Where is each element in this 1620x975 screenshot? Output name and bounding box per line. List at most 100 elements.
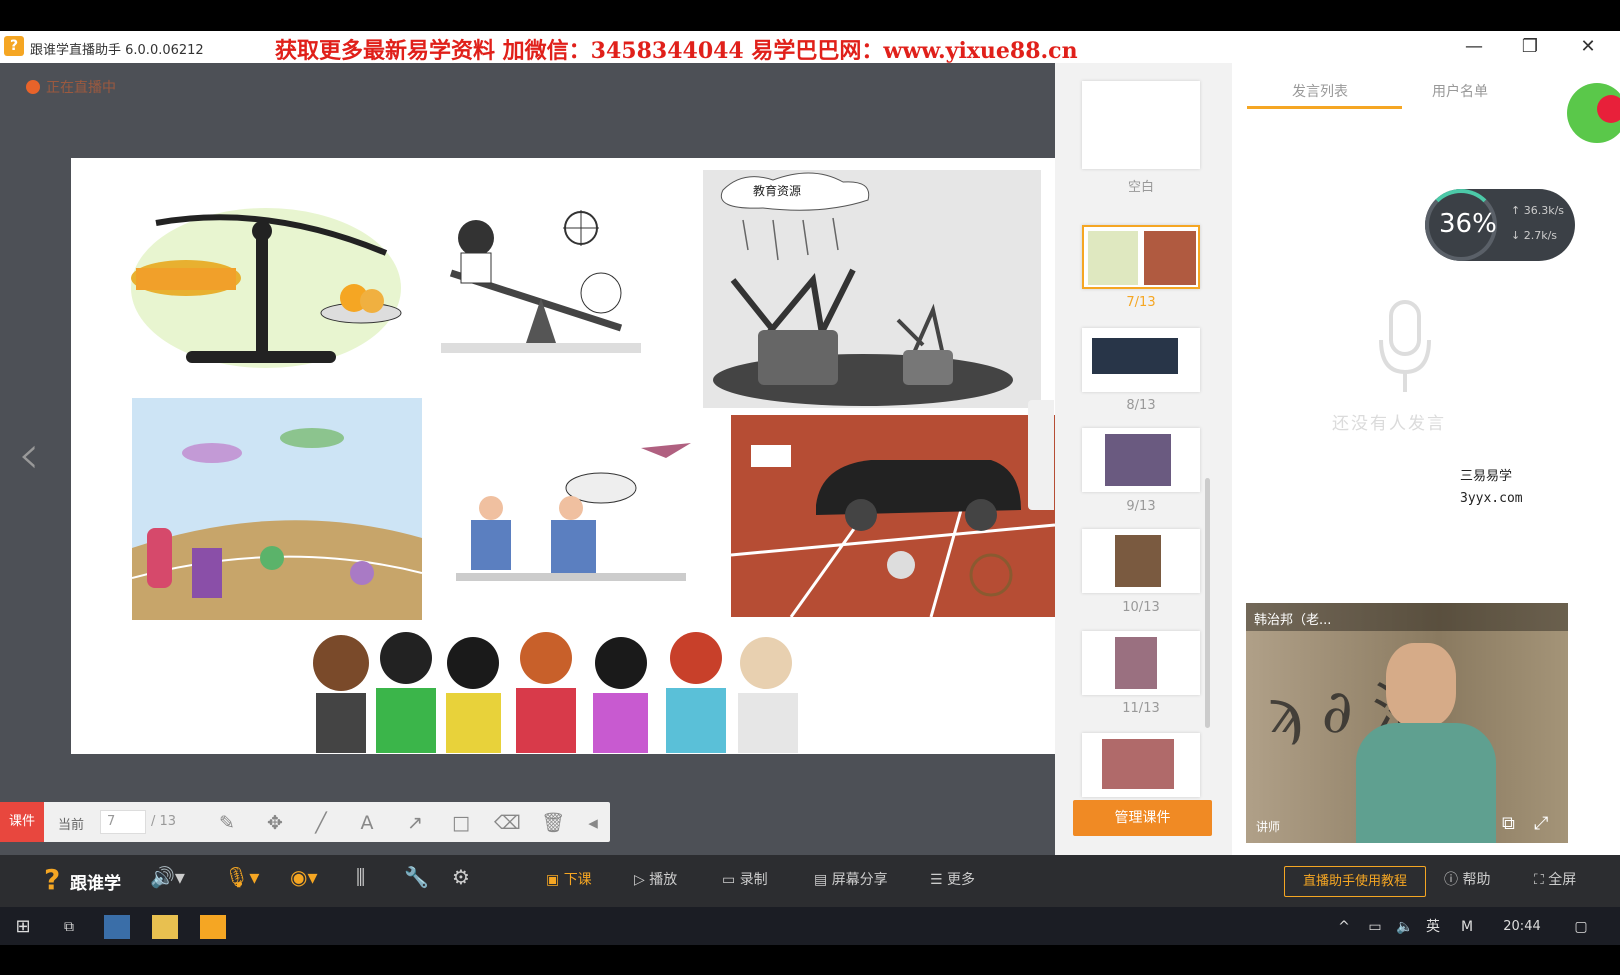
record-label: 录制 [739,872,768,888]
watermark-line: 三易易学 [1460,469,1513,484]
screen-share-button[interactable]: ▤ 屏幕分享 [814,869,888,889]
teacher-shirt [1356,723,1496,843]
thumbnail-label: 9/13 [1126,499,1156,514]
minimize-button[interactable]: — [1448,31,1500,63]
gauge-value: 36% [1439,209,1497,239]
trash-icon[interactable]: 🗑 [540,810,566,836]
slide-canvas: 教育资源 [71,158,1055,754]
pen-icon[interactable]: ✎ [214,810,240,836]
thumbnail-blank[interactable] [1082,81,1200,169]
thumbnail-12[interactable] [1082,733,1200,797]
tray-arrow-icon[interactable]: ^ [1334,915,1354,939]
microphone-icon [1379,300,1431,392]
help-button[interactable]: ⓘ 帮助 [1444,869,1490,889]
app-logo-icon: ? [4,36,24,56]
tab-user-list[interactable]: 用户名单 [1432,81,1488,101]
active-tab-indicator [1247,106,1402,109]
record-button[interactable]: ▭ 录制 [722,869,768,889]
tab-speech-list[interactable]: 发言列表 [1292,81,1348,101]
clock[interactable]: 20:44 [1496,915,1548,939]
collapse-side-tab[interactable] [1028,400,1054,510]
policemen-cartoon [456,443,691,581]
video-role-tag: 讲师 [1256,820,1281,834]
volume-icon[interactable]: 🔈 [1394,915,1416,939]
mic-icon[interactable]: 🎙▾ [224,865,259,889]
rectangle-icon[interactable]: □ [448,810,474,836]
eraser-icon[interactable]: ⌫ [494,810,521,836]
end-class-icon: ▣ [546,872,564,888]
thumbnail-label: 8/13 [1126,398,1156,413]
fullscreen-label: 全屏 [1548,872,1577,888]
text-icon[interactable]: A [354,810,380,836]
play-icon: ▷ [634,872,650,888]
recording-label: 正在直播中 [46,80,116,96]
recording-dot-icon [26,80,40,94]
arrow-icon[interactable]: ↗ [402,810,428,836]
crowd-cartoon [313,632,798,753]
courseware-mode-button[interactable]: 课件 [0,802,44,842]
tools-icon[interactable]: 🔧 [404,865,429,889]
thumbnail-label: 11/13 [1122,701,1160,716]
expand-icon[interactable]: ⤢ [1534,813,1548,834]
slide-toolbar: 课件 当前 7 / 13 ✎ ✥ ╱ A ↗ □ ⌫ 🗑 ◂ [0,802,610,842]
move-icon[interactable]: ✥ [262,810,288,836]
file-explorer-icon[interactable] [152,915,178,939]
camera-icon[interactable]: ◉▾ [290,865,318,889]
cloud-caption: 教育资源 [753,184,802,198]
more-button[interactable]: ☰ 更多 [930,869,975,889]
teacher-face [1386,643,1456,727]
more-label: 更多 [947,872,976,888]
thumbnail-label: 10/13 [1122,600,1160,615]
exam-race-cartoon [132,398,422,620]
live-assistant-taskbar-icon[interactable] [200,915,226,939]
task-view-icon[interactable]: ⧉ [56,915,82,939]
tutorial-button[interactable]: 直播助手使用教程 [1284,866,1426,897]
upload-speed: ↑ 36.3k/s [1511,204,1565,217]
watermark-line: 3yyx.com [1460,491,1523,506]
balance-scale-cartoon [131,208,402,368]
thumbnail-9[interactable] [1082,428,1200,492]
page-input[interactable]: 7 [100,810,146,834]
play-button[interactable]: ▷ 播放 [634,869,677,889]
thumbnail-8[interactable] [1082,328,1200,392]
manage-courseware-button[interactable]: 管理课件 [1073,800,1212,836]
thumbnail-7[interactable] [1082,225,1200,289]
app-icon-1[interactable] [104,915,130,939]
race-track-car-cartoon [731,415,1055,617]
speaker-icon[interactable]: 🔊▾ [150,865,185,889]
menu-icon: ☰ [930,872,948,888]
battery-icon[interactable]: ▭ [1364,915,1386,939]
site-watermark: 三易易学 3yyx.com [1460,466,1523,510]
line-icon[interactable]: ╱ [308,810,334,836]
thumbnail-10[interactable] [1082,529,1200,593]
education-resources-cartoon: 教育资源 [703,170,1041,408]
thumbnail-11[interactable] [1082,631,1200,695]
slide-thumbnail-panel: 空白 7/13 8/13 9/13 10/13 11/13 管理课件 [1055,63,1232,855]
screen-border [0,945,1620,975]
record-icon: ▭ [722,872,740,888]
fullscreen-button[interactable]: ⛶ 全屏 [1534,869,1576,889]
promo-banner: 获取更多最新易学资料 加微信：3458344044 易学巴巴网：www.yixu… [275,38,1078,64]
popout-icon[interactable]: ⧉ [1502,813,1515,834]
ime-lang[interactable]: 英 [1422,915,1444,939]
video-name-label: 韩治邦（老... [1254,613,1332,628]
screen-share-icon: ▤ [814,872,832,888]
end-class-button[interactable]: ▣ 下课 [546,869,592,889]
thumbnail-label: 空白 [1127,180,1154,195]
notification-icon[interactable]: ▢ [1568,915,1594,939]
network-gauge: 36% ↑ 36.3k/s ↓ 2.7k/s [1425,189,1575,261]
collapse-toolbar-icon[interactable]: ◂ [582,810,604,836]
ime-icon[interactable]: M [1456,915,1478,939]
previous-slide-icon[interactable]: ‹ [18,423,40,486]
settings-icon[interactable]: ⚙ [452,865,470,889]
brand-name: 跟谁学 [70,874,121,894]
mixer-icon[interactable]: ⫼ [356,865,365,889]
close-button[interactable]: ✕ [1562,31,1614,63]
help-icon: ⓘ [1444,872,1463,888]
restore-button[interactable]: ❐ [1504,31,1556,63]
page-total: / 13 [151,814,177,829]
empty-chat-text: 还没有人发言 [1332,414,1446,434]
windows-start-icon[interactable]: ⊞ [10,915,36,939]
thumbnail-scrollbar[interactable] [1205,478,1210,728]
badge-icon [1567,83,1620,143]
